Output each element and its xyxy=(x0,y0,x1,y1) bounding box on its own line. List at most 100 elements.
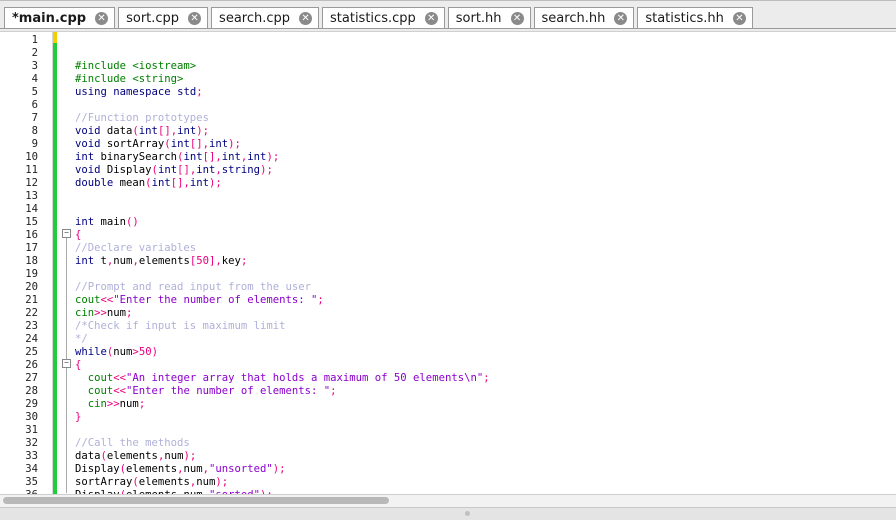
code-line[interactable]: void Display(int[],int,string); xyxy=(75,164,490,177)
code-line[interactable]: int main() xyxy=(75,216,490,229)
code-line[interactable]: #include <iostream> xyxy=(75,60,490,73)
line-number: 14 xyxy=(25,203,38,215)
line-number: 1 xyxy=(31,34,38,46)
code-text[interactable]: #include <iostream> #include <string> usin… xyxy=(75,34,490,494)
tab-sort-hh[interactable]: sort.hh ✕ xyxy=(447,7,531,29)
status-area xyxy=(0,507,896,520)
tab-label: statistics.hh xyxy=(645,11,724,26)
code-line[interactable]: void data(int[],int); xyxy=(75,125,490,138)
close-icon[interactable]: ✕ xyxy=(424,12,438,25)
line-number: 31 xyxy=(25,424,38,436)
line-number: 19 xyxy=(25,268,38,280)
line-number: 16 xyxy=(25,229,38,241)
code-line[interactable]: //Prompt and read input from the user xyxy=(75,281,490,294)
tab-label: statistics.cpp xyxy=(330,11,416,26)
code-line[interactable]: int binarySearch(int[],int,int); xyxy=(75,151,490,164)
line-number: 8 xyxy=(31,125,38,137)
tab-label: search.cpp xyxy=(219,11,291,26)
line-number: 9 xyxy=(31,138,38,150)
code-line[interactable]: */ xyxy=(75,333,490,346)
code-line[interactable]: sortArray(elements,num); xyxy=(75,476,490,489)
line-number-gutter: 1 2 3 4 5 6 7 8 9 10 11 12 13 14 15 16 17 18 19 20 21 22 23 24 2… xyxy=(0,32,53,494)
code-line[interactable]: cin>>num; xyxy=(75,307,490,320)
code-line[interactable]: void sortArray(int[],int); xyxy=(75,138,490,151)
line-number: 30 xyxy=(25,411,38,423)
line-number: 7 xyxy=(31,112,38,124)
close-icon[interactable]: ✕ xyxy=(95,12,109,25)
code-line[interactable]: cout<<"An integer array that holds a max… xyxy=(75,372,490,385)
line-number: 27 xyxy=(25,372,38,384)
tab-statistics-hh[interactable]: statistics.hh ✕ xyxy=(637,7,753,29)
close-icon[interactable]: ✕ xyxy=(188,12,202,25)
line-number: 15 xyxy=(25,216,38,228)
tab-list: *main.cpp ✕ sort.cpp ✕ search.cpp ✕ statistics… xyxy=(4,7,756,29)
code-line[interactable]: } xyxy=(75,411,490,424)
tab-search-cpp[interactable]: search.cpp ✕ xyxy=(211,7,320,29)
fold-toggle-icon[interactable]: − xyxy=(62,229,71,238)
resize-grip-icon[interactable] xyxy=(465,511,470,516)
line-number: 32 xyxy=(25,437,38,449)
line-number: 12 xyxy=(25,177,38,189)
tab-divider xyxy=(0,28,896,29)
tab-bar: *main.cpp ✕ sort.cpp ✕ search.cpp ✕ statistics… xyxy=(0,0,896,32)
tab-main-cpp[interactable]: *main.cpp ✕ xyxy=(4,7,116,29)
line-number: 20 xyxy=(25,281,38,293)
line-number: 34 xyxy=(25,463,38,475)
code-line[interactable]: { xyxy=(75,359,490,372)
code-line[interactable]: data(elements,num); xyxy=(75,450,490,463)
line-number: 29 xyxy=(25,398,38,410)
line-numbers: 1 2 3 4 5 6 7 8 9 10 11 12 13 14 15 16 17 18 19 20 21 22 23 24 2… xyxy=(0,34,38,494)
change-marker-bar xyxy=(53,32,57,494)
line-number: 3 xyxy=(31,60,38,72)
fold-toggle-icon[interactable]: − xyxy=(62,359,71,368)
code-line[interactable]: //Call the methods xyxy=(75,437,490,450)
line-number: 18 xyxy=(25,255,38,267)
code-line[interactable]: #include <string> xyxy=(75,73,490,86)
line-number: 22 xyxy=(25,307,38,319)
code-line[interactable] xyxy=(75,203,490,216)
tab-search-hh[interactable]: search.hh ✕ xyxy=(533,7,635,29)
scrollbar-thumb[interactable] xyxy=(3,497,389,504)
close-icon[interactable]: ✕ xyxy=(510,12,524,25)
horizontal-scrollbar[interactable] xyxy=(0,494,896,507)
close-icon[interactable]: ✕ xyxy=(299,12,313,25)
close-icon[interactable]: ✕ xyxy=(614,12,628,25)
code-editor[interactable]: 1 2 3 4 5 6 7 8 9 10 11 12 13 14 15 16 17 18 19 20 21 22 23 24 2… xyxy=(0,31,896,494)
code-line[interactable] xyxy=(75,47,490,60)
code-line[interactable] xyxy=(75,268,490,281)
code-line[interactable]: //Declare variables xyxy=(75,242,490,255)
code-line[interactable] xyxy=(75,424,490,437)
code-line[interactable]: /*Check if input is maximum limit xyxy=(75,320,490,333)
unsaved-change-marker xyxy=(53,32,57,43)
tab-label: sort.cpp xyxy=(126,11,180,26)
line-number: 11 xyxy=(25,164,38,176)
line-number: 2 xyxy=(31,47,38,59)
code-line[interactable]: Display(elements,num,"unsorted"); xyxy=(75,463,490,476)
code-line[interactable]: cin>>num; xyxy=(75,398,490,411)
tab-label: *main.cpp xyxy=(12,11,87,26)
line-number: 26 xyxy=(25,359,38,371)
code-line[interactable]: using namespace std; xyxy=(75,86,490,99)
close-icon[interactable]: ✕ xyxy=(732,12,746,25)
code-line[interactable]: cout<<"Enter the number of elements: "; xyxy=(75,385,490,398)
line-number: 35 xyxy=(25,476,38,488)
tab-label: search.hh xyxy=(541,11,606,26)
code-line[interactable] xyxy=(75,190,490,203)
code-line[interactable] xyxy=(75,34,490,47)
line-number: 6 xyxy=(31,99,38,111)
code-line[interactable]: cout<<"Enter the number of elements: "; xyxy=(75,294,490,307)
tab-sort-cpp[interactable]: sort.cpp ✕ xyxy=(118,7,209,29)
line-number: 10 xyxy=(25,151,38,163)
line-number: 33 xyxy=(25,450,38,462)
code-line[interactable]: double mean(int[],int); xyxy=(75,177,490,190)
line-number: 24 xyxy=(25,333,38,345)
tab-label: sort.hh xyxy=(455,11,502,26)
line-number: 5 xyxy=(31,86,38,98)
code-line[interactable]: int t,num,elements[50],key; xyxy=(75,255,490,268)
code-line[interactable]: //Function prototypes xyxy=(75,112,490,125)
line-number: 25 xyxy=(25,346,38,358)
code-line[interactable]: { xyxy=(75,229,490,242)
tab-statistics-cpp[interactable]: statistics.cpp ✕ xyxy=(322,7,445,29)
code-line[interactable]: while(num>50) xyxy=(75,346,490,359)
code-line[interactable] xyxy=(75,99,490,112)
